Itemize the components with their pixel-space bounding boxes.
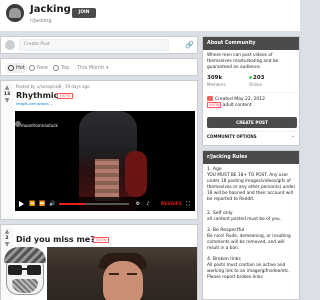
created-text: Created May 22, 2012 [215,97,266,102]
rule-body: All posts must contain an active and wor… [207,263,290,280]
rewind-icon[interactable]: ⏪ [29,201,35,207]
subreddit-avatar-icon[interactable] [6,4,24,22]
members-label: Members [207,82,226,87]
sparkle-icon [29,64,35,71]
subreddit-header: Jacking r/jacking JOIN [0,0,300,31]
about-description: Where men can post videos of themselves … [207,53,279,70]
sort-top-label: Top [61,65,70,71]
rules-panel: r/Jacking Rules 1. Age YOU MUST BE 18+ T… [202,150,300,300]
rule-item[interactable]: 1. Age YOU MUST BE 18+ TO POST. Any user… [207,167,297,203]
mascot-sticker-icon [0,245,50,300]
flair-text: adult content [222,103,252,108]
rule-body: all content posted must be of you. [207,217,281,222]
divider [207,131,297,132]
members-count: 309k [207,75,223,81]
mascot-glasses-right [27,265,41,275]
subreddit-name: Jacking [30,4,71,15]
sort-hot-label: Hot [16,65,25,71]
rule-body: Be nice! Rude, demeaning, or insulting c… [207,234,291,251]
video-controls: ⏪ ⏩ 🔊 ⚙ ♪ REDGIFS ⛶ [15,197,195,211]
subreddit-slug: r/jacking [30,18,52,24]
rule-item[interactable]: 3. Be Respectful Be nice! Rude, demeanin… [207,228,297,252]
sort-hot-button[interactable]: Hot [5,63,28,73]
forward-icon[interactable]: ⏩ [39,201,45,207]
post-title-2[interactable]: Did you miss me? [16,235,95,244]
nsfw-badge: NSFW [57,93,74,99]
post-card[interactable]: ▲ 13 ▼ Posted by u/seaspiral8 · 19 days … [0,80,198,220]
cake-icon [207,96,213,101]
rules-heading: r/Jacking Rules [203,151,299,164]
redgifs-logo[interactable]: REDGIFS [161,201,182,206]
video-uploader-handle: muanfromnantuck [21,123,58,128]
video-frame-detail-2 [125,151,147,197]
upvote-icon[interactable]: ▲ [3,229,11,235]
online-dot-icon [249,76,252,79]
link-icon[interactable]: 🔗 [185,41,194,49]
sort-new-label: New [37,65,48,71]
post-meta: Posted by u/seaspiral8 · 19 days ago [16,84,90,89]
vote-column: ▲ 13 ▼ [1,81,13,219]
sort-new-button[interactable]: New [29,63,48,73]
time-range-dropdown[interactable]: This Month ▾ [77,63,109,73]
thumbnail-face [103,261,143,300]
create-post-input[interactable]: Create Post [19,39,169,51]
user-avatar-icon[interactable] [5,40,15,50]
video-player[interactable]: muanfromnantuck ⏪ ⏩ 🔊 ⚙ ♪ REDGIFS ⛶ [15,111,195,211]
post-title[interactable]: Rhythmic [16,91,58,100]
community-options-label: COMMUNITY OPTIONS [207,134,257,139]
community-options-toggle[interactable]: COMMUNITY OPTIONS ⌄ [207,134,295,139]
online-label: Online [249,82,262,87]
top-chart-icon [53,64,59,71]
flame-icon [8,64,14,71]
about-heading: About Community [203,37,299,50]
online-count-value: 203 [253,75,265,81]
create-post-button[interactable]: CREATE POST [207,117,297,128]
mascot-hair [4,247,46,263]
video-progress-bar[interactable] [59,203,129,205]
flair-nsfw-badge: NSFW [207,102,222,108]
rule-item[interactable]: 4. Broken links All posts must contain a… [207,257,297,281]
divider [207,92,297,93]
fullscreen-icon[interactable]: ⛶ [185,201,191,207]
mascot-glasses-bridge [22,268,27,270]
video-progress-fill [59,203,85,205]
sort-bar: Hot New Top This Month ▾ [0,58,198,76]
nsfw-badge-2: NSFW [93,237,110,243]
video-frame-detail [95,159,119,201]
rule-body: YOU MUST BE 18+ TO POST. Any user under … [207,173,296,202]
sound-icon[interactable]: ♪ [145,201,151,207]
online-count: 203 [249,75,264,81]
chevron-down-icon: ⌄ [291,134,295,139]
content-flair: NSFW adult content [207,102,252,108]
rule-item[interactable]: 2. Self only all content posted must be … [207,211,297,223]
hd-icon[interactable]: ⚙ [135,201,141,207]
play-icon[interactable] [19,201,24,207]
thumbnail-brow [109,273,119,275]
post-domain-link[interactable]: redgifs.com/watch/... [16,102,53,106]
volume-icon[interactable]: 🔊 [49,201,55,207]
downvote-icon[interactable]: ▼ [3,98,11,104]
upvote-icon[interactable]: ▲ [3,85,11,91]
join-button[interactable]: JOIN [72,8,96,18]
post-thumbnail-2[interactable] [47,247,197,300]
thumbnail-brow [127,273,137,275]
sort-top-button[interactable]: Top [53,63,69,73]
about-community-panel: About Community Where men can post video… [202,36,300,146]
mascot-glasses-left [8,265,22,275]
create-post-bar: Create Post 🔗 [0,36,198,54]
